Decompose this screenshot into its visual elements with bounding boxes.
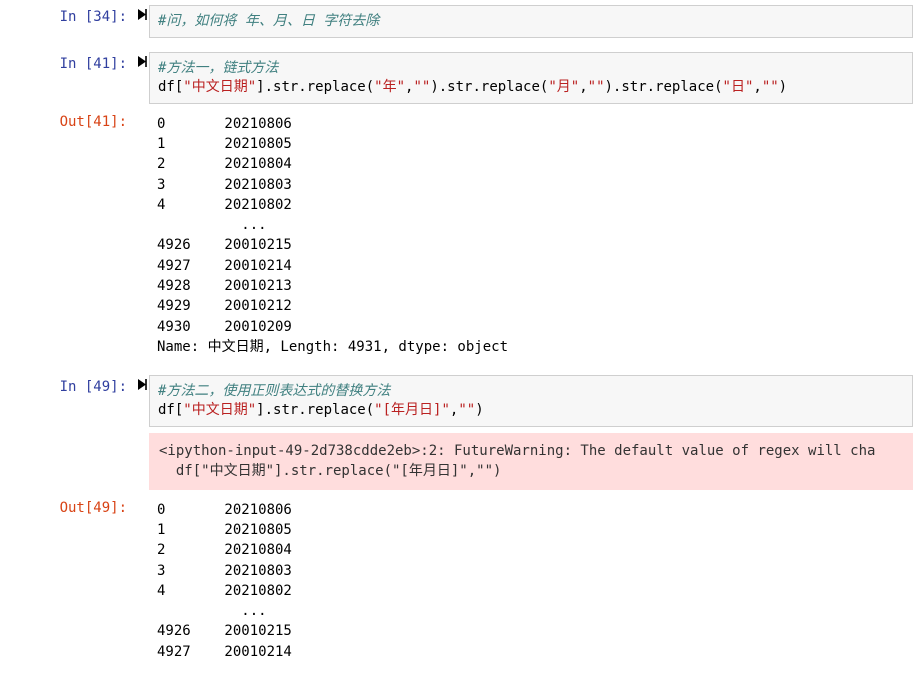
code-segment: , (753, 79, 761, 95)
code-string: "中文日期" (183, 402, 256, 418)
code-segment: df[ (158, 402, 183, 418)
code-segment: ).str.replace( (430, 79, 548, 95)
code-string: "" (762, 79, 779, 95)
code-segment: ).str.replace( (605, 79, 723, 95)
output-49: 0 20210806 1 20210805 2 20210804 3 20210… (149, 496, 913, 666)
out-prompt-41: Out[41]: (0, 110, 135, 130)
code-string: "月" (548, 79, 579, 95)
code-string: "" (458, 402, 475, 418)
in-prompt-49: In [49]: (0, 375, 135, 395)
code-string: "[年月日]" (374, 402, 450, 418)
out-prompt-49: Out[49]: (0, 496, 135, 516)
cell-in-34: In [34]: #问，如何将 年、月、日 字符去除 (0, 5, 913, 38)
code-segment: , (579, 79, 587, 95)
in-prompt-34: In [34]: (0, 5, 135, 25)
code-segment: ].str.replace( (256, 402, 374, 418)
code-string: "日" (723, 79, 754, 95)
code-segment: ].str.replace( (256, 79, 374, 95)
code-segment: ) (779, 79, 787, 95)
cell-out-41: Out[41]: 0 20210806 1 20210805 2 2021080… (0, 110, 913, 362)
code-comment: #方法二，使用正则表达式的替换方法 (158, 383, 390, 399)
code-string: "" (413, 79, 430, 95)
code-string: "" (588, 79, 605, 95)
cell-out-49: Out[49]: 0 20210806 1 20210805 2 2021080… (0, 496, 913, 666)
code-input-34[interactable]: #问，如何将 年、月、日 字符去除 (149, 5, 913, 38)
code-comment: #方法一，链式方法 (158, 60, 278, 76)
code-input-41[interactable]: #方法一，链式方法 df["中文日期"].str.replace("年","")… (149, 52, 913, 104)
run-icon[interactable] (135, 375, 149, 390)
code-segment: df[ (158, 79, 183, 95)
run-icon[interactable] (135, 5, 149, 20)
code-input-49[interactable]: #方法二，使用正则表达式的替换方法 df["中文日期"].str.replace… (149, 375, 913, 427)
code-comment: #问，如何将 年、月、日 字符去除 (158, 13, 379, 29)
empty-prompt (0, 433, 135, 437)
run-icon[interactable] (135, 52, 149, 67)
code-segment: ) (475, 402, 483, 418)
output-41: 0 20210806 1 20210805 2 20210804 3 20210… (149, 110, 913, 362)
code-string: "年" (374, 79, 405, 95)
cell-in-41: In [41]: #方法一，链式方法 df["中文日期"].str.replac… (0, 52, 913, 104)
code-string: "中文日期" (183, 79, 256, 95)
warning-49: <ipython-input-49-2d738cdde2eb>:2: Futur… (149, 433, 913, 490)
cell-in-49: In [49]: #方法二，使用正则表达式的替换方法 df["中文日期"].st… (0, 375, 913, 427)
in-prompt-41: In [41]: (0, 52, 135, 72)
cell-warning-49: <ipython-input-49-2d738cdde2eb>:2: Futur… (0, 433, 913, 490)
